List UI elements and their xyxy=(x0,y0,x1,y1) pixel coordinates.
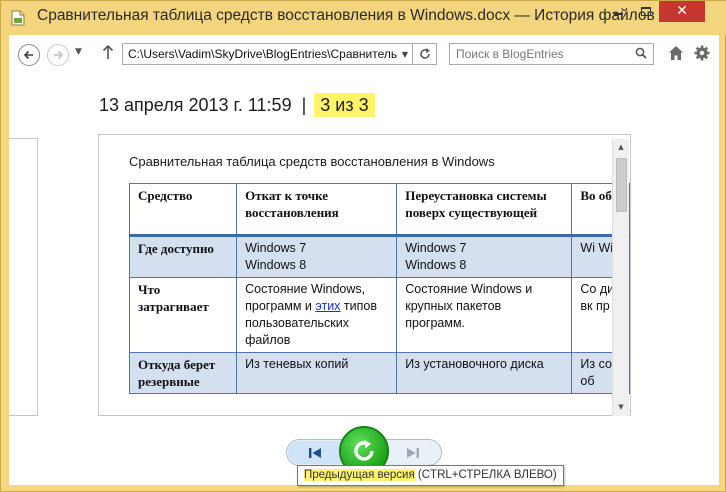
navigation-toolbar: ▼ C:\Users\Vadim\SkyDrive\BlogEntries\Ср… xyxy=(9,35,719,73)
home-icon[interactable] xyxy=(667,44,685,62)
version-separator: | xyxy=(301,95,307,115)
search-box[interactable]: Поиск в BlogEntries xyxy=(449,43,654,65)
back-button[interactable] xyxy=(18,44,40,66)
scroll-up-icon[interactable]: ▲ xyxy=(613,139,629,156)
table-cell: Из установочного диска xyxy=(396,352,573,394)
window-title: Сравнительная таблица средств восстановл… xyxy=(37,7,655,24)
table-cell: Из теневых копий xyxy=(236,352,398,394)
restore-icon xyxy=(354,440,374,461)
forward-button[interactable] xyxy=(47,44,69,66)
back-arrow-icon xyxy=(23,50,33,60)
up-button[interactable] xyxy=(102,44,114,64)
maximize-button[interactable] xyxy=(632,1,659,22)
document-preview[interactable]: Сравнительная таблица средств восстановл… xyxy=(98,134,631,416)
version-count: 3 из 3 xyxy=(314,93,375,117)
table-cell: Состояние Windows и крупных пакетов прог… xyxy=(396,277,573,353)
previous-version-button[interactable] xyxy=(288,441,344,464)
previous-version-preview[interactable] xyxy=(9,138,38,416)
column-header: Переустановка системы поверх существующе… xyxy=(396,183,573,237)
table-header-row: Средство Откат к точке восстановления Пе… xyxy=(128,183,630,237)
table-cell: Windows 7 Windows 8 xyxy=(236,235,398,278)
table-cell: Windows 7 Windows 8 xyxy=(396,235,573,278)
refresh-button[interactable] xyxy=(413,43,437,65)
tooltip-shortcut: (CTRL+СТРЕЛКА ВЛЕВО) xyxy=(417,469,557,481)
table-row: Что затрагивает Состояние Windows, прогр… xyxy=(128,277,630,353)
next-version-icon xyxy=(407,448,419,458)
table-cell: Состояние Windows, программ и этих типов… xyxy=(236,277,398,353)
search-input[interactable]: Поиск в BlogEntries xyxy=(456,47,564,61)
close-icon: ✕ xyxy=(676,3,688,19)
version-timestamp: 13 апреля 2013 г. 11:59 xyxy=(99,95,292,115)
row-header: Что затрагивает xyxy=(128,277,238,353)
row-header: Откуда берет резервные xyxy=(128,352,238,394)
title-bar[interactable]: Сравнительная таблица средств восстановл… xyxy=(1,1,726,35)
recent-locations-dropdown[interactable]: ▼ xyxy=(75,47,82,57)
window-frame: Сравнительная таблица средств восстановл… xyxy=(0,0,726,492)
gear-icon[interactable] xyxy=(693,44,711,62)
forward-arrow-icon xyxy=(54,50,64,60)
table-row: Где доступно Windows 7 Windows 8 Windows… xyxy=(128,235,630,278)
minimize-button[interactable] xyxy=(605,1,632,22)
document-heading: Сравнительная таблица средств восстановл… xyxy=(129,154,495,169)
scroll-down-icon[interactable]: ▼ xyxy=(613,399,629,416)
column-header: Средство xyxy=(128,183,238,237)
table-row: Откуда берет резервные Из теневых копий … xyxy=(128,352,630,394)
refresh-icon xyxy=(419,48,430,59)
chevron-down-icon[interactable]: ▼ xyxy=(402,50,408,59)
tooltip: Предыдущая версия (CTRL+СТРЕЛКА ВЛЕВО) xyxy=(297,465,564,486)
version-info: 13 апреля 2013 г. 11:59 | 3 из 3 xyxy=(99,93,375,123)
up-arrow-icon xyxy=(102,44,114,59)
tooltip-label: Предыдущая версия xyxy=(304,469,415,481)
column-header: Откат к точке восстановления xyxy=(236,183,398,237)
row-header: Где доступно xyxy=(128,235,238,278)
vertical-scrollbar[interactable]: ▲ ▼ xyxy=(612,139,629,416)
client-area: ▼ C:\Users\Vadim\SkyDrive\BlogEntries\Ср… xyxy=(9,35,719,486)
document-icon xyxy=(11,10,25,26)
minimize-icon xyxy=(614,13,623,15)
file-types-link[interactable]: этих xyxy=(315,299,340,313)
address-bar[interactable]: C:\Users\Vadim\SkyDrive\BlogEntries\Срав… xyxy=(122,43,413,65)
close-button[interactable]: ✕ xyxy=(659,1,705,22)
comparison-table: Средство Откат к точке восстановления Пе… xyxy=(128,183,630,394)
address-text[interactable]: C:\Users\Vadim\SkyDrive\BlogEntries\Срав… xyxy=(128,47,398,61)
scroll-thumb[interactable] xyxy=(616,158,627,212)
next-version-button[interactable] xyxy=(384,441,440,464)
maximize-icon xyxy=(640,7,651,16)
search-icon[interactable] xyxy=(635,47,647,59)
previous-version-icon xyxy=(309,448,321,458)
